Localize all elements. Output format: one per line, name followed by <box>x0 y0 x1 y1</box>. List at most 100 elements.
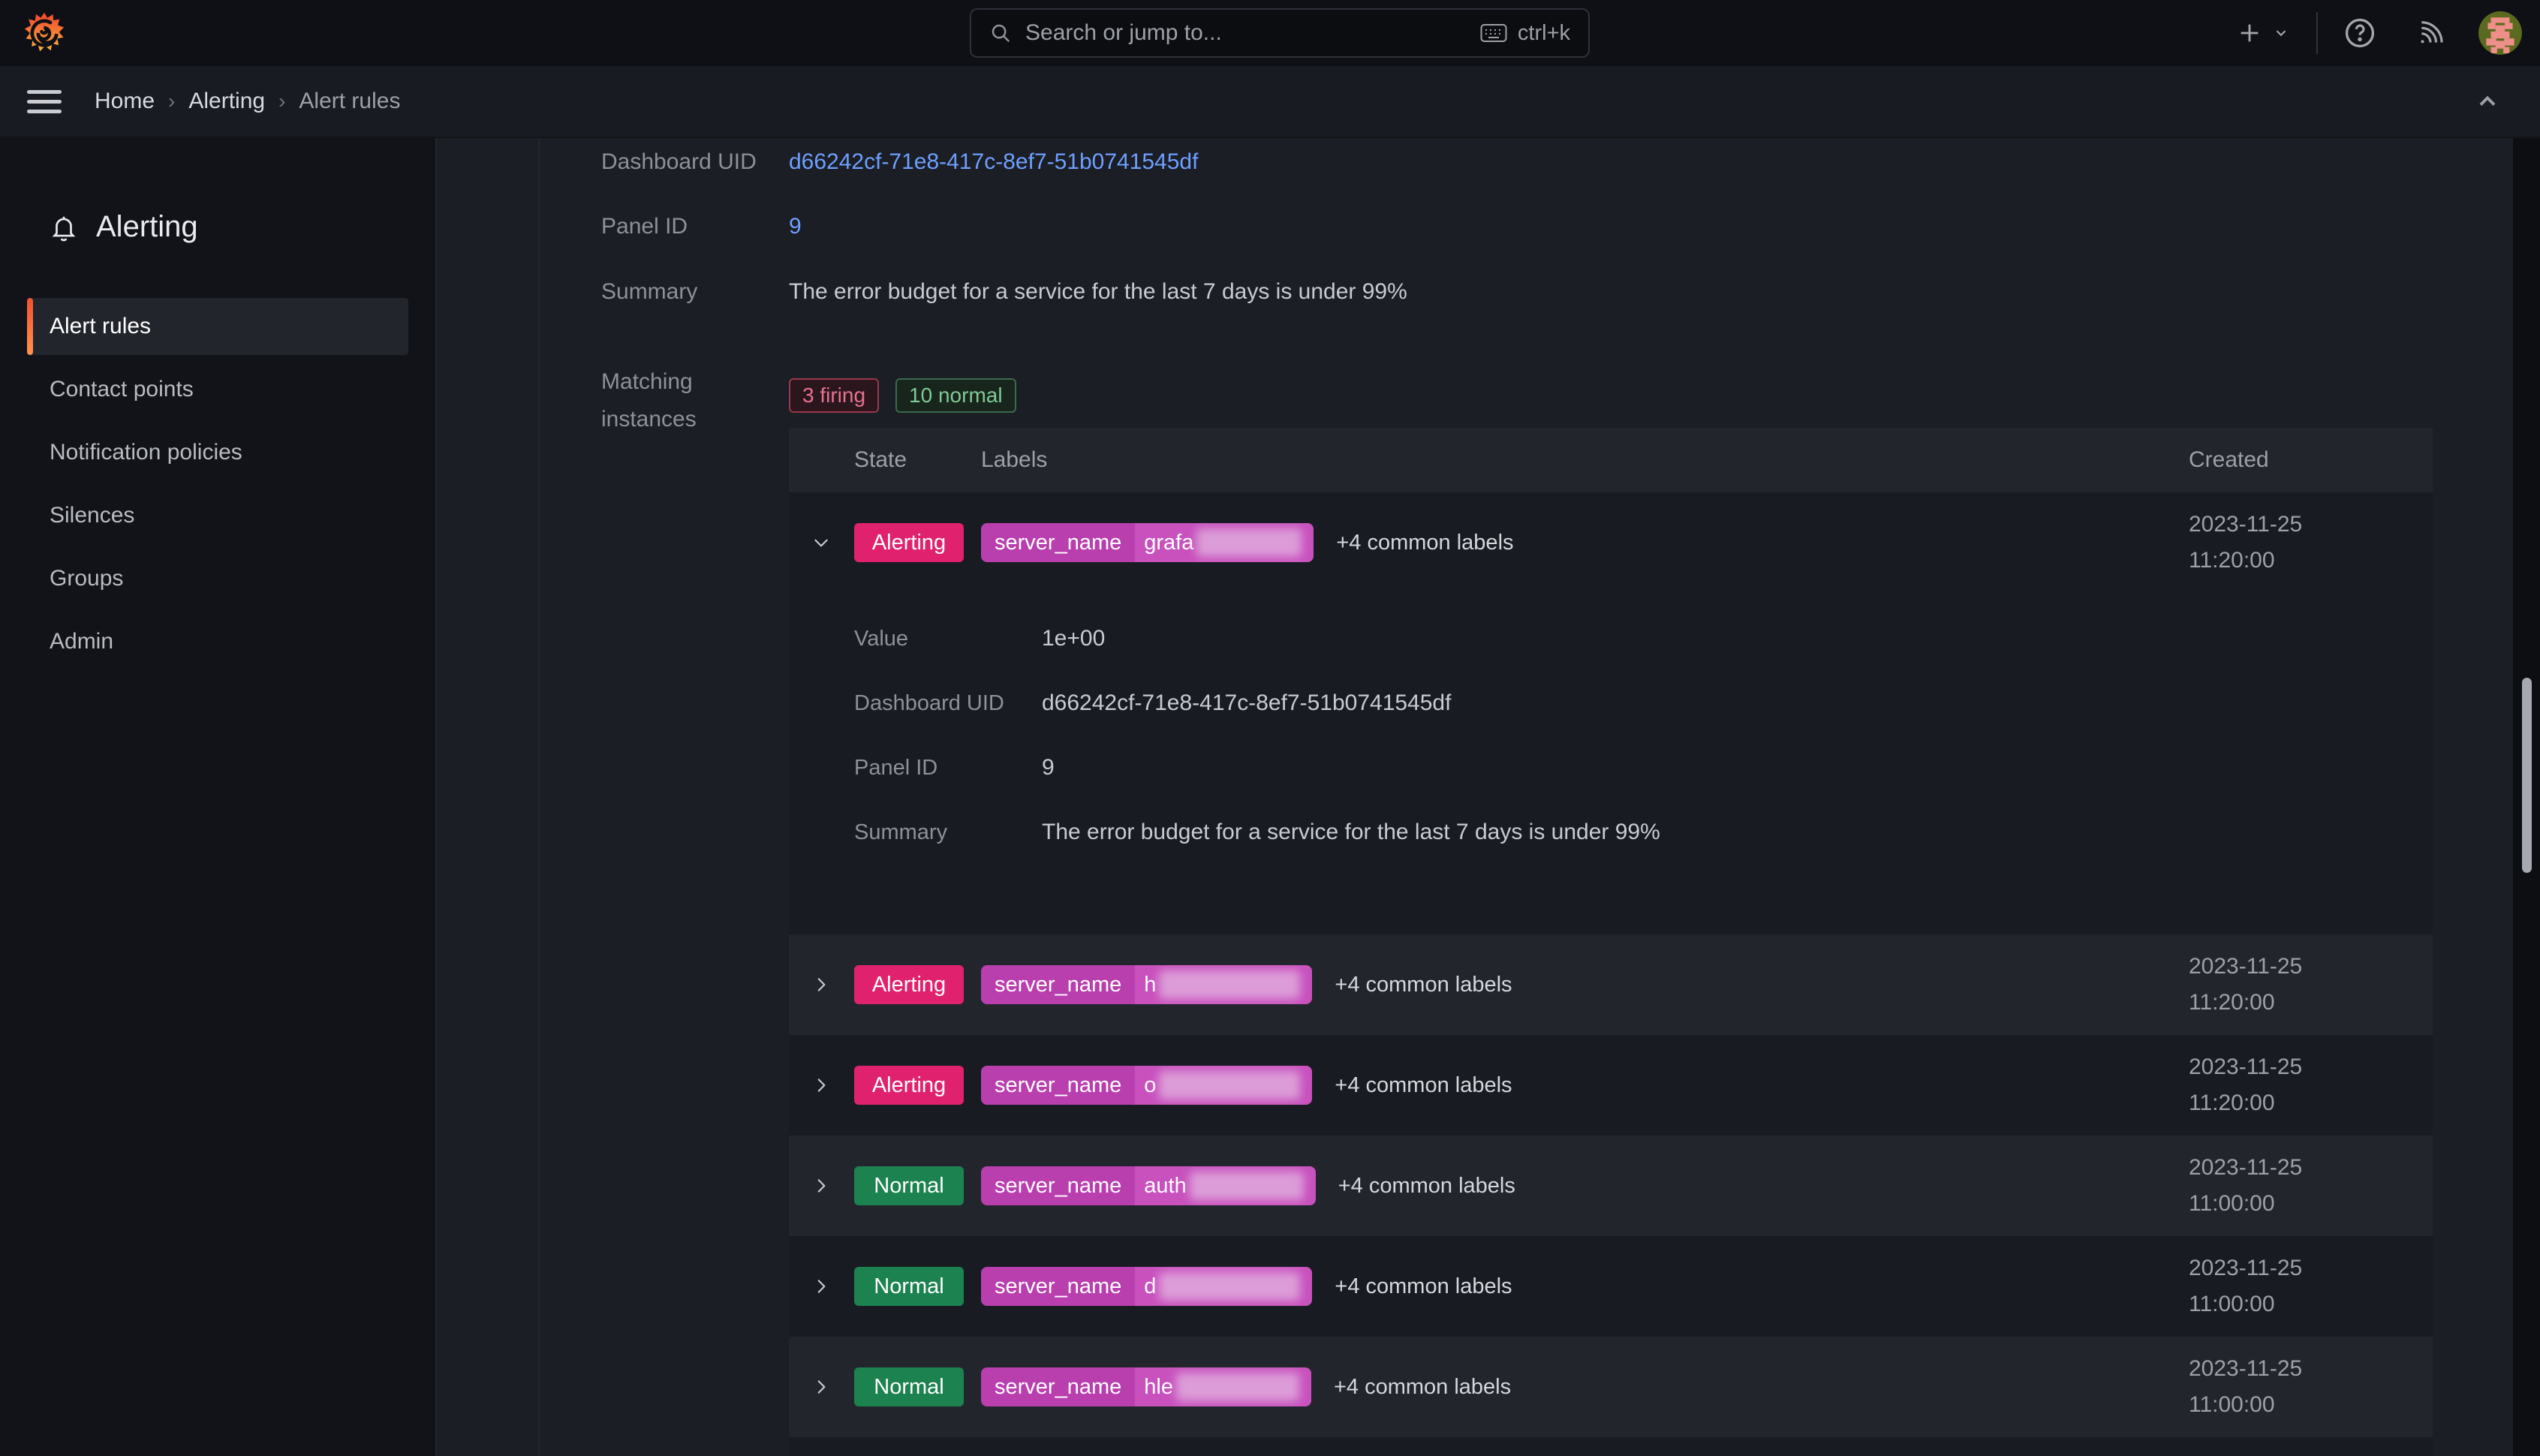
instance-row-main: Alerting server_nameh +4 common labels <box>789 934 2433 1035</box>
chevron-down-icon[interactable] <box>810 533 832 552</box>
label-value: o <box>1135 1066 1312 1105</box>
created-date: 2023-11-25 <box>2189 507 2302 543</box>
sidebar-item-alert-rules[interactable]: Alert rules <box>27 298 408 355</box>
state-badge: Normal <box>854 1367 964 1406</box>
label-value: hle <box>1135 1367 1311 1406</box>
firing-count-chip: 3 firing <box>789 378 879 413</box>
header-state: State <box>854 428 907 492</box>
breadcrumb-alerting[interactable]: Alerting <box>188 89 265 114</box>
state-badge: Normal <box>854 1166 964 1205</box>
common-labels-text: +4 common labels <box>1335 973 1512 997</box>
created-date: 2023-11-25 <box>2189 1351 2302 1387</box>
dashboard-uid-link[interactable]: d66242cf-71e8-417c-8ef7-51b0741545df <box>789 146 1198 179</box>
instance-row-main: Alerting server_namegrafa +4 common labels <box>789 492 2433 593</box>
sidebar-item-silences[interactable]: Silences <box>27 487 408 544</box>
chevron-right-icon[interactable] <box>810 1277 832 1296</box>
redacted-value <box>1159 1071 1300 1100</box>
topbar-divider <box>2316 12 2318 54</box>
user-avatar[interactable] <box>2478 11 2522 55</box>
label-key: server_name <box>981 523 1135 562</box>
instance-row[interactable]: Normalserver_named+4 common labels2023-1… <box>789 1236 2433 1337</box>
help-button[interactable] <box>2343 17 2376 50</box>
search-placeholder: Search or jump to... <box>1025 20 1222 46</box>
created-timestamp: 2023-11-2511:00:00 <box>2189 1250 2302 1322</box>
created-date: 2023-11-25 <box>2189 1451 2302 1456</box>
detail-label: Value <box>854 624 908 654</box>
instance-row-main: Normal server_namehle +4 common labels <box>789 1337 2433 1437</box>
instance-state-chips: 3 firing 10 normal <box>789 378 1016 413</box>
summary-text: The error budget for a service for the l… <box>789 275 1407 308</box>
new-dropdown-button[interactable] <box>2237 20 2289 46</box>
label-value: auth <box>1135 1166 1315 1205</box>
state-badge: Alerting <box>854 965 964 1004</box>
chevron-down-icon <box>2273 25 2289 41</box>
field-label: Summary <box>601 275 697 308</box>
created-date: 2023-11-25 <box>2189 949 2302 985</box>
label-key: server_name <box>981 1166 1135 1205</box>
label-value: h <box>1135 965 1312 1004</box>
scrollbar-track[interactable] <box>2513 138 2540 1456</box>
sidebar-item-notification-policies[interactable]: Notification policies <box>27 424 408 481</box>
common-labels-text: +4 common labels <box>1336 531 1513 555</box>
news-button[interactable] <box>2415 18 2445 48</box>
detail-value-text: The error budget for a service for the l… <box>1042 817 1660 847</box>
state-badge: Alerting <box>854 523 964 562</box>
created-time: 11:00:00 <box>2189 1286 2302 1322</box>
chevron-right-icon[interactable] <box>810 1075 832 1095</box>
instance-row[interactable]: Alerting server_nameh +4 common labels 2023… <box>789 934 2433 1035</box>
server-name-label-badge: server_nameh <box>981 965 1312 1004</box>
detail-label: Dashboard UID <box>854 688 1004 718</box>
server-name-label-badge: server_named <box>981 1267 1312 1306</box>
bell-icon <box>50 213 78 242</box>
search-icon <box>989 22 1012 44</box>
header-created: Created <box>2189 428 2269 492</box>
instance-row[interactable]: Normal server_namehle +4 common labels 2023… <box>789 1337 2433 1437</box>
scrollbar-thumb[interactable] <box>2522 678 2532 873</box>
created-timestamp: 2023-11-2511:20:00 <box>2189 1049 2302 1121</box>
redacted-value <box>1190 1172 1304 1200</box>
common-labels-text: +4 common labels <box>1334 1375 1511 1400</box>
panel-id-link[interactable]: 9 <box>789 210 802 243</box>
created-time: 11:00:00 <box>2189 1387 2302 1423</box>
instance-row[interactable]: Normalserver_nameind+4 common labels2023… <box>789 1437 2433 1456</box>
keyboard-icon <box>1480 23 1507 44</box>
breadcrumb-bar: Home › Alerting › Alert rules <box>0 66 2540 138</box>
plus-icon <box>2237 20 2262 46</box>
search-input[interactable]: Search or jump to... ctrl+k <box>970 8 1590 58</box>
server-name-label-badge: server_namegrafa <box>981 523 1314 562</box>
detail-value-link[interactable]: d66242cf-71e8-417c-8ef7-51b0741545df <box>1042 688 1451 718</box>
chevron-up-icon <box>2474 88 2501 115</box>
collapse-button[interactable] <box>2474 88 2501 115</box>
matching-instances-label: Matching instances <box>601 363 736 438</box>
sidebar-item-admin[interactable]: Admin <box>27 613 408 670</box>
alerting-sidebar: Alerting Alert rulesContact pointsNotifi… <box>0 138 437 1456</box>
instance-row[interactable]: Alerting server_namegrafa +4 common labels… <box>789 492 2433 934</box>
sidebar-item-contact-points[interactable]: Contact points <box>27 361 408 418</box>
instance-row[interactable]: Alertingserver_nameo+4 common labels2023… <box>789 1035 2433 1136</box>
header-labels: Labels <box>981 428 1047 492</box>
chevron-right-icon[interactable] <box>810 975 832 994</box>
breadcrumb: Home › Alerting › Alert rules <box>95 89 400 114</box>
page-body: Alerting Alert rules Contact points Notifi… <box>0 138 2540 1456</box>
created-time: 11:20:00 <box>2189 543 2302 579</box>
detail-value-link[interactable]: 9 <box>1042 753 1055 783</box>
redacted-value <box>1159 1272 1300 1301</box>
field-label: Panel ID <box>601 210 688 243</box>
chevron-right-icon[interactable] <box>810 1377 832 1397</box>
menu-toggle-icon[interactable] <box>27 90 62 113</box>
instance-row[interactable]: Normalserver_nameauth+4 common labels202… <box>789 1136 2433 1236</box>
created-date: 2023-11-25 <box>2189 1150 2302 1186</box>
server-name-label-badge: server_namehle <box>981 1367 1311 1406</box>
sidebar-nav: Alert rules Contact points Notification po… <box>0 298 435 670</box>
created-timestamp: 2023-11-2511:00:00 <box>2189 1451 2302 1456</box>
instance-row-main: Alertingserver_nameo+4 common labels <box>789 1035 2433 1136</box>
main-content: Dashboard UID d66242cf-71e8-417c-8ef7-51… <box>438 138 2540 1456</box>
grafana-logo[interactable] <box>23 11 66 55</box>
chevron-right-icon[interactable] <box>810 1176 832 1196</box>
sidebar-item-groups[interactable]: Groups <box>27 550 408 607</box>
common-labels-text: +4 common labels <box>1335 1073 1512 1098</box>
help-icon <box>2343 17 2376 50</box>
top-bar: Search or jump to... ctrl+k <box>0 0 2540 66</box>
breadcrumb-home[interactable]: Home <box>95 89 155 114</box>
detail-value-text: 1e+00 <box>1042 624 1105 654</box>
